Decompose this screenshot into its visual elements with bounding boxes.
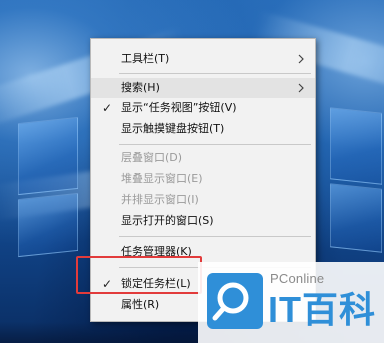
menu-item-toolbars[interactable]: 工具栏(T) (91, 49, 315, 69)
annotation-highlight-box (76, 256, 202, 294)
taskbar[interactable] (0, 322, 198, 343)
magnifier-logo-icon (207, 273, 263, 329)
menu-item-label: 层叠窗口(D) (121, 151, 183, 164)
watermark-title: IT百科 (268, 289, 376, 330)
menu-item-label: 显示触摸键盘按钮(T) (121, 122, 225, 135)
check-icon: ✓ (101, 101, 113, 115)
chevron-right-icon (298, 83, 304, 93)
menu-item-show-task-view-button[interactable]: ✓ 显示“任务视图”按钮(V) (91, 98, 315, 118)
watermark-brand: PConline (270, 271, 325, 286)
windows-logo-pane (18, 116, 78, 196)
menu-item-stack-windows[interactable]: 堆叠显示窗口(E) (91, 169, 315, 189)
menu-item-label: 显示“任务视图”按钮(V) (121, 101, 237, 114)
menu-separator (119, 236, 311, 237)
menu-item-show-touch-keyboard-button[interactable]: 显示触摸键盘按钮(T) (91, 119, 315, 139)
menu-item-label: 属性(R) (121, 298, 160, 311)
windows-logo-pane (18, 192, 78, 258)
windows-logo-pane (330, 107, 382, 185)
menu-separator (119, 73, 311, 74)
menu-item-label: 显示打开的窗口(S) (121, 214, 214, 227)
menu-item-label: 堆叠显示窗口(E) (121, 172, 203, 185)
menu-item-label: 搜索(H) (121, 81, 160, 94)
chevron-right-icon (298, 54, 304, 64)
menu-item-cascade-windows[interactable]: 层叠窗口(D) (91, 148, 315, 168)
watermark: PConline IT百科 (198, 262, 384, 343)
windows-logo-pane (330, 183, 382, 253)
menu-separator (119, 144, 311, 145)
menu-item-show-open-windows[interactable]: 显示打开的窗口(S) (91, 211, 315, 231)
menu-item-search[interactable]: 搜索(H) (91, 78, 315, 98)
menu-item-label: 工具栏(T) (121, 52, 170, 65)
menu-item-side-by-side-windows[interactable]: 并排显示窗口(I) (91, 190, 315, 210)
menu-item-label: 并排显示窗口(I) (121, 193, 199, 206)
